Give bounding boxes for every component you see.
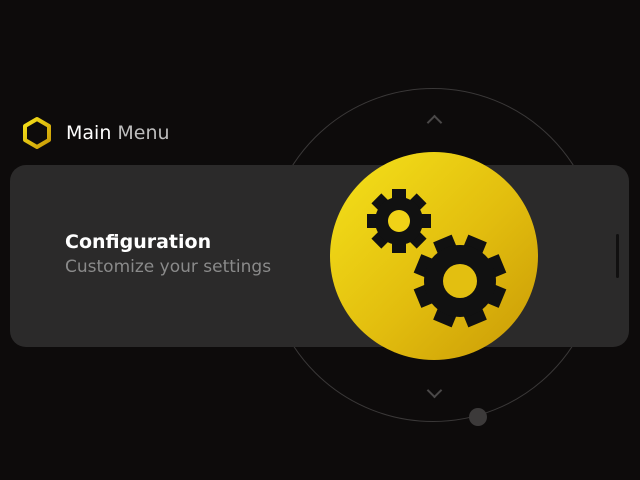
header: Main Menu: [20, 115, 170, 151]
scroll-indicator: [616, 234, 619, 278]
menu-item-title: Configuration: [65, 231, 212, 253]
dial-knob[interactable]: [469, 408, 487, 426]
page-title-sub: Menu: [117, 122, 170, 144]
gears-icon: [367, 189, 507, 328]
small-gear-icon: [367, 189, 431, 253]
page-title: Main Menu: [66, 122, 170, 144]
main-menu-screen: Main Menu Configuration Customize your s…: [0, 0, 640, 480]
menu-item-subtitle: Customize your settings: [65, 257, 272, 277]
gears-badge[interactable]: [330, 152, 538, 360]
hexagon-logo-icon: [23, 117, 51, 149]
page-title-main: Main: [66, 122, 112, 144]
